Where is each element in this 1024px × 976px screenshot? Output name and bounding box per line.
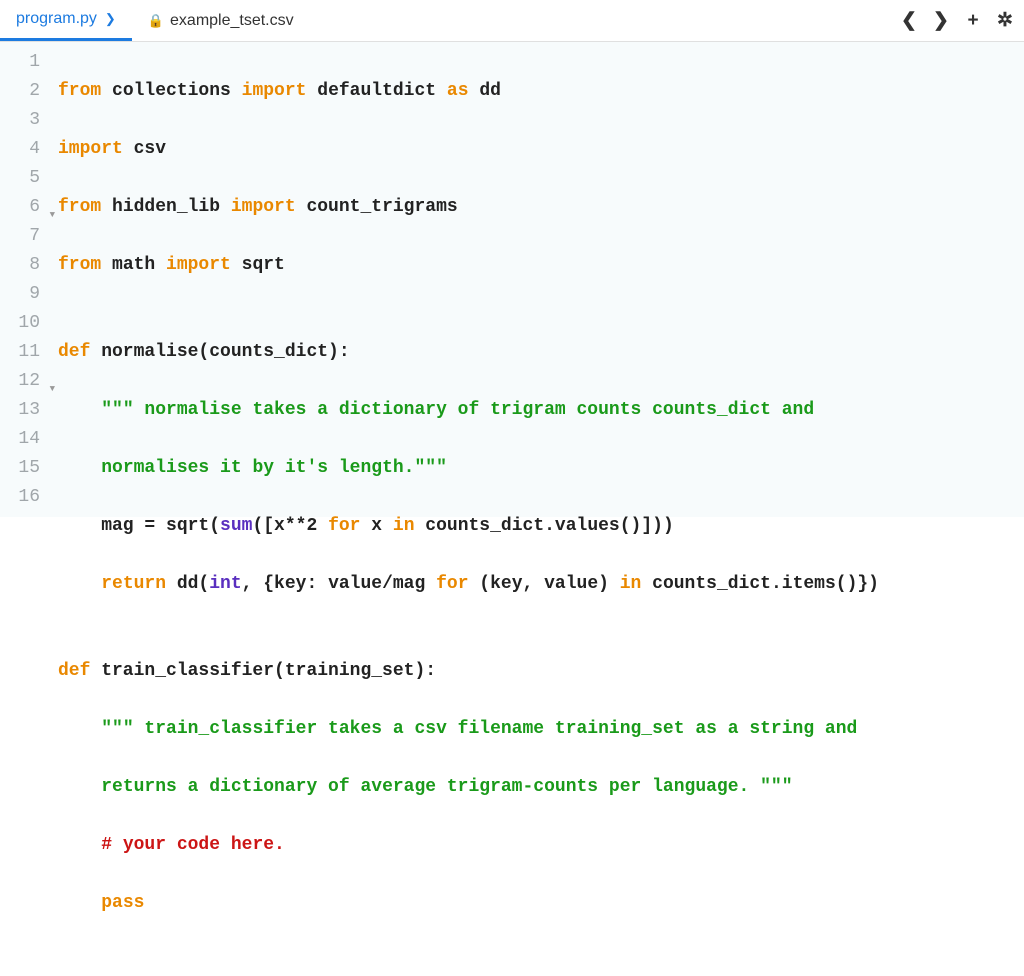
line-number: 12▼ bbox=[0, 367, 46, 396]
next-button[interactable]: ❯ bbox=[926, 6, 956, 36]
code-line: mag = sqrt(sum([x**2 for x in counts_dic… bbox=[58, 512, 1024, 541]
code-line: returns a dictionary of average trigram-… bbox=[58, 773, 1024, 802]
code-area[interactable]: from collections import defaultdict as d… bbox=[46, 42, 1024, 517]
line-number: 10 bbox=[0, 309, 46, 338]
line-number: 5 bbox=[0, 164, 46, 193]
code-line: from collections import defaultdict as d… bbox=[58, 77, 1024, 106]
lock-icon: 🔒 bbox=[148, 13, 164, 29]
code-line: from math import sqrt bbox=[58, 251, 1024, 280]
code-line: def train_classifier(training_set): bbox=[58, 657, 1024, 686]
line-number: 1 bbox=[0, 48, 46, 77]
toolbar-right: ❮ ❯ + ✲ bbox=[894, 6, 1024, 36]
gear-icon: ✲ bbox=[997, 9, 1013, 32]
tab-program-py[interactable]: program.py ❯ bbox=[0, 0, 132, 41]
code-line: """ train_classifier takes a csv filenam… bbox=[58, 715, 1024, 744]
line-number: 9 bbox=[0, 280, 46, 309]
prev-button[interactable]: ❮ bbox=[894, 6, 924, 36]
tab-example-tset-csv[interactable]: 🔒 example_tset.csv bbox=[132, 0, 310, 41]
chevron-right-icon: ❯ bbox=[105, 11, 116, 27]
line-number: 11 bbox=[0, 338, 46, 367]
chevron-left-icon: ❮ bbox=[901, 9, 917, 32]
line-number-gutter: 1 2 3 4 5 6▼ 7 8 9 10 11 12▼ 13 14 15 16 bbox=[0, 42, 46, 517]
plus-icon: + bbox=[967, 10, 978, 32]
tab-label: program.py bbox=[16, 10, 97, 28]
line-number: 14 bbox=[0, 425, 46, 454]
line-number: 2 bbox=[0, 77, 46, 106]
line-number: 8 bbox=[0, 251, 46, 280]
settings-button[interactable]: ✲ bbox=[990, 6, 1020, 36]
tab-bar: program.py ❯ 🔒 example_tset.csv ❮ ❯ + ✲ bbox=[0, 0, 1024, 42]
fold-icon[interactable]: ▼ bbox=[50, 201, 55, 230]
code-line: # your code here. bbox=[58, 831, 1024, 860]
code-line: """ normalise takes a dictionary of trig… bbox=[58, 396, 1024, 425]
tab-label: example_tset.csv bbox=[170, 12, 294, 30]
line-number: 3 bbox=[0, 106, 46, 135]
code-line: return dd(int, {key: value/mag for (key,… bbox=[58, 570, 1024, 599]
line-number: 6▼ bbox=[0, 193, 46, 222]
add-button[interactable]: + bbox=[958, 6, 988, 36]
line-number: 15 bbox=[0, 454, 46, 483]
code-line: import csv bbox=[58, 135, 1024, 164]
code-line: from hidden_lib import count_trigrams bbox=[58, 193, 1024, 222]
line-number: 7 bbox=[0, 222, 46, 251]
fold-icon[interactable]: ▼ bbox=[50, 375, 55, 404]
chevron-right-icon: ❯ bbox=[933, 9, 949, 32]
code-line: normalises it by it's length.""" bbox=[58, 454, 1024, 483]
line-number: 16 bbox=[0, 483, 46, 512]
code-line: pass bbox=[58, 889, 1024, 918]
line-number: 4 bbox=[0, 135, 46, 164]
code-editor[interactable]: 1 2 3 4 5 6▼ 7 8 9 10 11 12▼ 13 14 15 16… bbox=[0, 42, 1024, 517]
code-line: def normalise(counts_dict): bbox=[58, 338, 1024, 367]
line-number: 13 bbox=[0, 396, 46, 425]
